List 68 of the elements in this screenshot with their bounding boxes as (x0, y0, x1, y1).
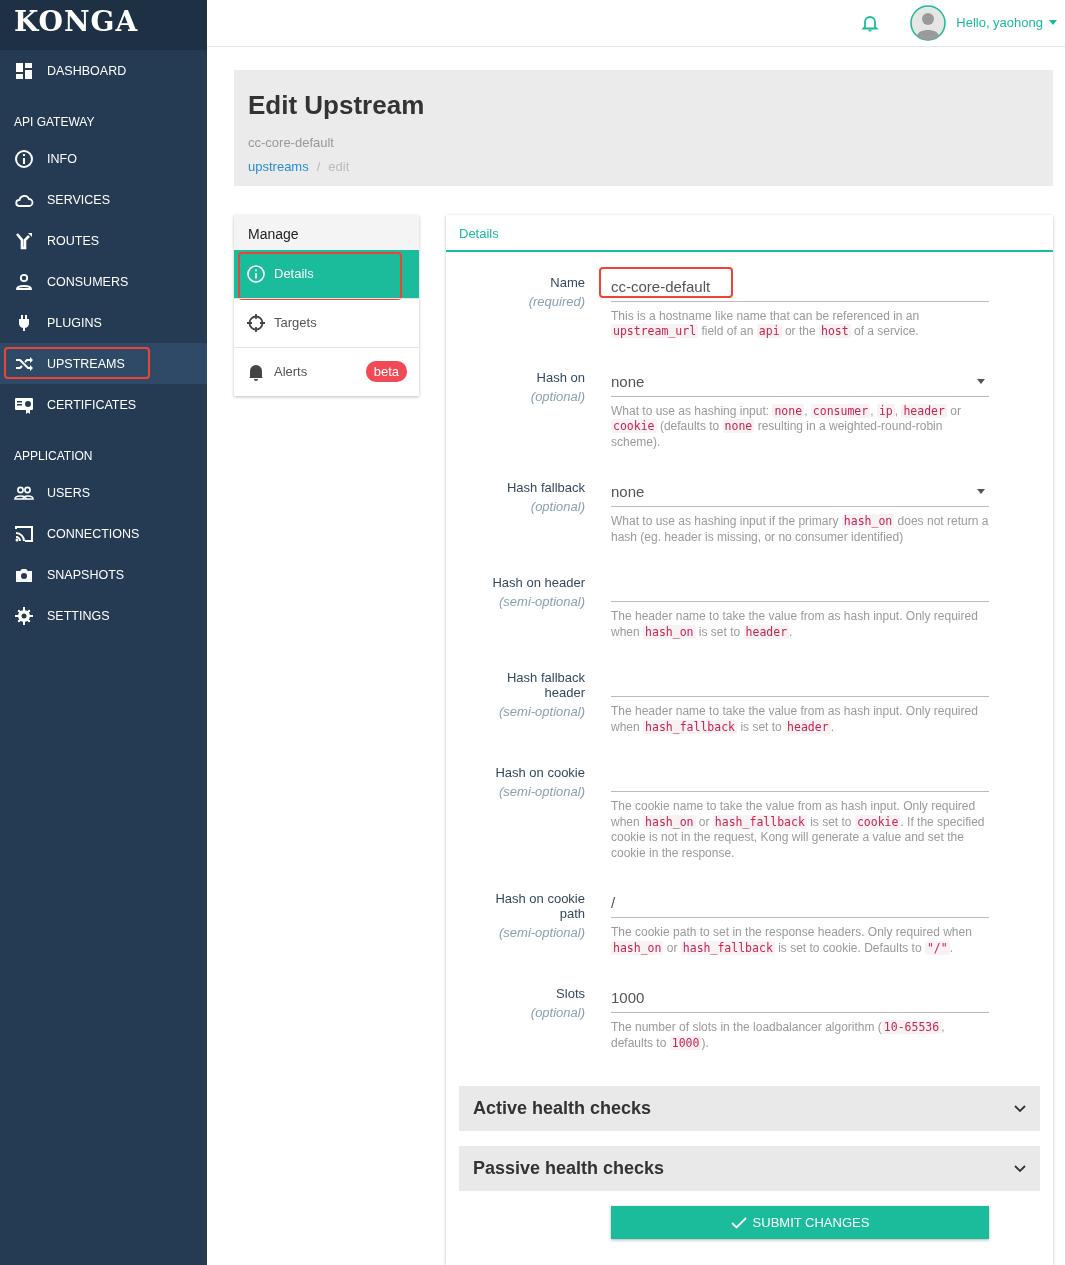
accordion-title: Active health checks (473, 1098, 652, 1119)
info-icon (14, 148, 34, 169)
accordion-header[interactable]: Active health checks (459, 1086, 1040, 1131)
help-text: This is a hostname like name that can be referenced in an upstream_url field of an api or the host of a service. (611, 308, 921, 340)
help-text: The cookie name to take the value from as hash input. Only required when hash_on or hash_fallback is set to cookie . If the specified cookie is not in the request, Kong will generate a value and set the cookie in the response. (611, 799, 986, 861)
field-label: Name (549, 274, 585, 290)
help-text: The number of slots in the loadbalancer algorithm ( 10-65536 , defaults to 1000 ). (611, 1020, 946, 1051)
page-title: Edit Upstream (248, 89, 426, 121)
manage-item[interactable]: Alerts beta (234, 346, 419, 396)
fork-icon (14, 230, 34, 251)
sidebar-item[interactable]: ROUTES (0, 220, 207, 261)
sidebar-item[interactable]: UPSTREAMS (0, 343, 207, 384)
field-label: Hash fallback header (505, 670, 585, 700)
field-note: (optional) (529, 499, 585, 514)
breadcrumb-separator: / (316, 158, 321, 174)
field-note: (semi-optional) (498, 784, 585, 799)
sidebar-item[interactable]: USERS (0, 472, 207, 513)
field-label: Hash on header (491, 575, 585, 590)
accordion-title: Passive health checks (473, 1158, 665, 1179)
field-note: (semi-optional) (498, 925, 585, 940)
avatar-icon[interactable] (910, 4, 947, 41)
sidebar-item[interactable]: SETTINGS (0, 595, 207, 636)
caret-icon (977, 378, 985, 384)
help-text: The cookie path to set in the response headers. Only required when hash_on or hash_fallback is set to cookie. Defaults to "/" . (611, 925, 973, 956)
field-label: Hash on cookie path (494, 891, 585, 921)
beta-badge: beta (365, 361, 407, 382)
cast-icon (14, 523, 34, 544)
settings-icon (14, 605, 34, 626)
sidebar-item[interactable]: SNAPSHOTS (0, 554, 207, 595)
input-field[interactable]: / (611, 888, 989, 918)
field-label: Hash on (535, 369, 585, 385)
sidebar-item[interactable]: INFO (0, 138, 207, 179)
page-subtitle: cc-core-default (248, 134, 335, 150)
select-field[interactable]: none (611, 366, 989, 397)
sidebar-heading: API GATEWAY (13, 114, 96, 131)
field-label: Hash fallback (505, 480, 585, 495)
sidebar-item[interactable]: CERTIFICATES (0, 384, 207, 425)
manage-heading: Manage (234, 214, 419, 250)
manage-item[interactable]: Targets (234, 297, 419, 347)
person-icon (14, 271, 34, 292)
select-field[interactable]: none (611, 477, 989, 507)
help-text: The header name to take the value from as hash input. Only required when hash_on is set to header . (611, 609, 979, 640)
field-note: (required) (527, 293, 585, 309)
sidebar-item[interactable]: DASHBOARD (0, 50, 207, 91)
caret-icon (977, 489, 985, 494)
help-text: The header name to take the value from as hash input. Only required when hash_fallback is set to header . (611, 704, 979, 735)
sidebar-item[interactable]: CONSUMERS (0, 261, 207, 302)
crosshair-icon (246, 312, 266, 333)
sidebar-item[interactable]: PLUGINS (0, 302, 207, 343)
brand-logo[interactable]: KONGA (0, 0, 207, 50)
check-icon (730, 1216, 747, 1229)
field-label: Slots (555, 986, 585, 1001)
help-text: What to use as hashing input: none , consumer , ip , header or cookie (defaults to none resulting in a weighted-round-robin scheme). (611, 403, 962, 450)
sidebar-heading: APPLICATION (13, 448, 94, 465)
sidebar-item[interactable]: SERVICES (0, 179, 207, 220)
caret-icon (1049, 20, 1057, 26)
input-field[interactable]: 1000 (611, 983, 989, 1013)
accordion-header[interactable]: Passive health checks (459, 1146, 1040, 1191)
help-text: What to use as hashing input if the primary hash_on does not return a hash (eg. header is missing, or no consumer identified) (611, 514, 989, 545)
field-note: (semi-optional) (498, 704, 585, 719)
field-note: (optional) (529, 1005, 585, 1020)
dashboard-icon (14, 60, 34, 81)
sidebar-item[interactable]: CONNECTIONS (0, 513, 207, 554)
field-label: Hash on cookie (494, 765, 585, 780)
field-note: (semi-optional) (498, 594, 585, 609)
input-field[interactable]: cc-core-default (611, 271, 989, 302)
info-icon (246, 263, 266, 284)
field-note: (optional) (529, 388, 585, 404)
